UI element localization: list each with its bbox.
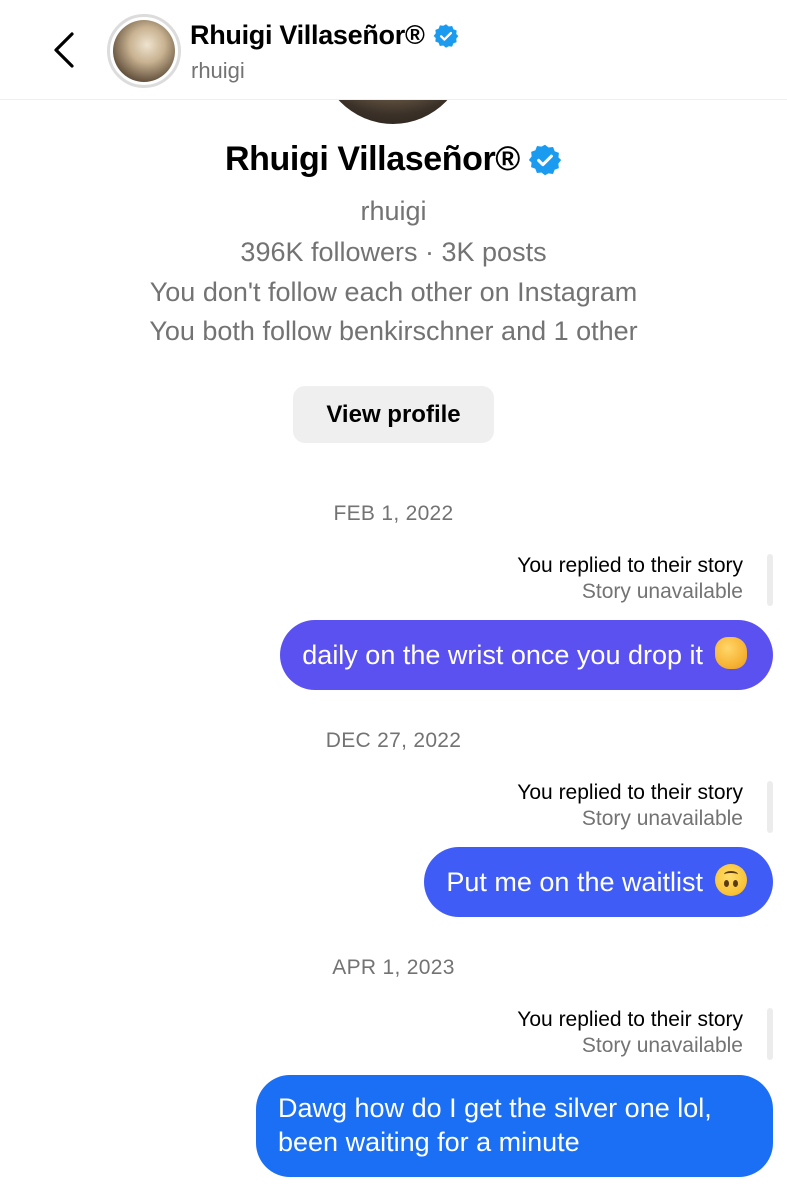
verified-badge-icon [433, 23, 458, 48]
story-reply-subtitle: Story unavailable [581, 1034, 743, 1057]
profile-name-row: Rhuigi Villaseñor® [0, 140, 787, 179]
story-reply-meta: You replied to their story Story unavail… [517, 553, 743, 605]
verified-badge-icon [528, 144, 562, 175]
avatar-image [113, 20, 175, 82]
dm-thread-screen: Rhuigi Villaseñor® rhuigi 396K followers… [0, 0, 787, 1200]
story-reply-bar [767, 781, 773, 833]
story-reply-subtitle: Story unavailable [581, 807, 743, 830]
story-reply-title: You replied to their story [517, 554, 743, 577]
message-text-line: been waiting for a minute [278, 1127, 580, 1157]
date-separator: APR 1, 2023 [332, 956, 455, 979]
date-separator: DEC 27, 2022 [325, 729, 462, 752]
header-name: Rhuigi Villaseñor® [190, 20, 425, 50]
header-avatar[interactable] [107, 14, 181, 88]
oncoming-fist-emoji-icon [715, 637, 747, 669]
upside-down-face-emoji-icon [715, 864, 747, 896]
message-text-line: Dawg how do I get the silver one lol, [278, 1093, 712, 1123]
message-text: Put me on the waitlist [446, 867, 703, 897]
profile-stats: 396K followers · 3K posts [240, 237, 547, 267]
thread-header: Rhuigi Villaseñor® rhuigi [0, 0, 787, 100]
message-text: daily on the wrist once you drop it [302, 640, 703, 670]
chevron-left-icon [54, 32, 74, 68]
message-bubble[interactable]: Dawg how do I get the silver one lol, be… [256, 1075, 773, 1177]
back-button[interactable] [40, 26, 88, 74]
profile-mutuals[interactable]: You both follow benkirschner and 1 other [0, 316, 787, 347]
profile-name: Rhuigi Villaseñor® [225, 140, 520, 178]
date-separator: FEB 1, 2022 [333, 502, 454, 525]
message-bubble[interactable]: daily on the wrist once you drop it [280, 620, 773, 690]
story-reply-meta: You replied to their story Story unavail… [517, 780, 743, 832]
story-reply-title: You replied to their story [517, 781, 743, 804]
story-reply-meta: You replied to their story Story unavail… [517, 1007, 743, 1059]
story-reply-bar [767, 554, 773, 606]
header-name-row[interactable]: Rhuigi Villaseñor® [190, 20, 459, 51]
view-profile-button[interactable]: View profile [293, 386, 494, 443]
message-bubble[interactable]: Put me on the waitlist [424, 847, 773, 917]
profile-follow-status: You don't follow each other on Instagram [149, 277, 638, 307]
header-handle: rhuigi [191, 58, 245, 83]
profile-handle: rhuigi [360, 196, 427, 226]
story-reply-bar [767, 1008, 773, 1060]
story-reply-title: You replied to their story [517, 1008, 743, 1031]
story-reply-subtitle: Story unavailable [581, 580, 743, 603]
